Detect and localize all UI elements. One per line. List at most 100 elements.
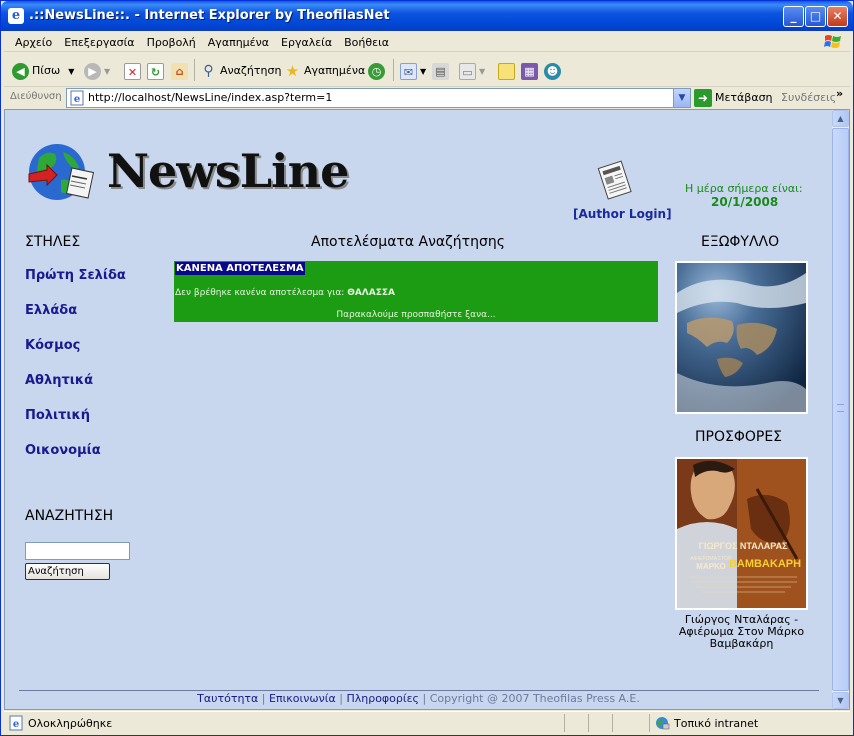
history-button[interactable]: ◷: [368, 61, 388, 81]
back-button[interactable]: ◀ Πίσω ▼: [12, 61, 74, 81]
svg-text:e: e: [74, 94, 80, 105]
search-button[interactable]: Αναζήτηση: [25, 563, 110, 580]
messenger-icon: ☻: [544, 62, 561, 80]
print-button[interactable]: ▤: [432, 61, 452, 81]
mail-icon: ✉: [400, 62, 417, 80]
nav-link-sports[interactable]: Αθλητικά: [25, 373, 93, 388]
menu-help[interactable]: Βοήθεια: [338, 32, 395, 53]
refresh-icon: ↻: [147, 62, 164, 80]
footer-link-identity[interactable]: Ταυτότητα: [197, 692, 258, 705]
columns-heading: ΣΤΗΛΕΣ: [25, 234, 81, 250]
status-bar: e Ολοκληρώθηκε Τοπικό intranet: [4, 711, 850, 733]
messenger-button[interactable]: ☻: [544, 61, 564, 81]
web-page: NewsLine [Author Login] Η μέρα σήμερα εί…: [5, 110, 832, 709]
forward-button[interactable]: ▶ ▼: [84, 61, 110, 81]
status-divider: [588, 714, 589, 732]
nav-link-politics[interactable]: Πολιτική: [25, 408, 90, 423]
footer-divider: [19, 690, 819, 691]
magnifier-icon: ⚲: [203, 62, 214, 79]
home-button[interactable]: ⌂: [171, 61, 191, 81]
toolbar-separator: [194, 59, 195, 81]
address-field[interactable]: e http://localhost/NewsLine/index.asp?te…: [66, 88, 691, 108]
favorites-button[interactable]: ★ Αγαπημένα: [284, 61, 365, 81]
scroll-down-arrow-icon[interactable]: ▼: [832, 692, 849, 709]
edit-button[interactable]: ▭ ▼: [459, 61, 485, 81]
search-term: ΘΑΛΑΣΣΑ: [347, 288, 395, 298]
note-icon: [498, 62, 515, 80]
toolbar-separator: [393, 59, 394, 81]
newspaper-icon[interactable]: [597, 158, 633, 204]
nav-link-world[interactable]: Κόσμος: [25, 338, 80, 353]
title-bar[interactable]: e .::NewsLine::. - Internet Explorer by …: [1, 1, 853, 31]
status-text: Ολοκληρώθηκε: [28, 717, 113, 730]
retry-message: Παρακαλούμε προσπαθήστε ξανα...: [336, 310, 496, 320]
menu-tools[interactable]: Εργαλεία: [275, 32, 338, 53]
album-title-line1: ΓΙΩΡΓΟΣ ΝΤΑΛΑΡΑΣ: [698, 541, 788, 551]
status-divider: [612, 714, 613, 732]
browser-window: e .::NewsLine::. - Internet Explorer by …: [0, 0, 854, 736]
footer-copyright: Copyright @ 2007 Theofilas Press A.E.: [429, 692, 640, 705]
scroll-thumb[interactable]: [832, 128, 849, 691]
maximize-button[interactable]: □: [805, 6, 826, 27]
history-icon: ◷: [368, 62, 385, 80]
stop-button[interactable]: ✕: [124, 61, 144, 81]
minimize-button[interactable]: _: [783, 6, 804, 27]
not-found-prefix: Δεν βρέθηκε κανένα αποτέλεσμα για:: [175, 288, 345, 298]
address-bar: Διεύθυνση e http://localhost/NewsLine/in…: [4, 87, 850, 109]
cover-image[interactable]: [675, 261, 808, 414]
home-icon: ⌂: [171, 62, 188, 80]
zone-text: Τοπικό intranet: [674, 717, 759, 730]
forward-arrow-icon: ▶: [84, 62, 101, 80]
footer-link-info[interactable]: Πληροφορίες: [346, 692, 419, 705]
research-button[interactable]: ▦: [521, 61, 541, 81]
cover-heading: ΕΞΩΦΥΛΛΟ: [701, 234, 780, 250]
menu-view[interactable]: Προβολή: [141, 32, 202, 53]
scroll-up-arrow-icon[interactable]: ▲: [832, 110, 849, 127]
go-arrow-icon: ➜: [694, 89, 712, 107]
result-panel: ΚΑΝΕΝΑ ΑΠΟΤΕΛΕΣΜΑ Δεν βρέθηκε κανένα απο…: [174, 261, 658, 322]
offers-heading: ΠΡΟΣΦΟΡΕΣ: [695, 429, 783, 445]
results-heading: Αποτελέσματα Αναζήτησης: [311, 234, 505, 250]
menu-file[interactable]: Αρχείο: [9, 32, 58, 53]
footer-separator: |: [422, 692, 427, 705]
links-label[interactable]: Συνδέσεις: [781, 91, 836, 104]
research-icon: ▦: [521, 62, 538, 80]
intranet-zone-icon: [656, 717, 670, 730]
page-icon: e: [70, 90, 84, 106]
chevron-right-icon[interactable]: »: [836, 87, 843, 100]
menu-bar: Αρχείο Επεξεργασία Προβολή Αγαπημένα Εργαλεί…: [4, 31, 850, 52]
album-title-line4: ΒΑΜΒΑΚΑΡΗ: [729, 558, 801, 570]
author-login-link[interactable]: [Author Login]: [573, 207, 672, 221]
close-button[interactable]: ✕: [827, 6, 848, 27]
footer-link-contact[interactable]: Επικοινωνία: [269, 692, 336, 705]
album-title-line3: ΜΑΡΚΟ: [696, 562, 725, 571]
search-toolbar-button[interactable]: ⚲ Αναζήτηση: [200, 61, 281, 81]
address-label: Διεύθυνση: [10, 91, 62, 102]
mail-button[interactable]: ✉ ▼: [400, 61, 426, 81]
search-heading: ΑΝΑΖΗΤΗΣΗ: [25, 508, 114, 524]
go-button[interactable]: ➜ Μετάβαση: [694, 88, 773, 108]
address-url: http://localhost/NewsLine/index.asp?term…: [88, 91, 333, 104]
refresh-button[interactable]: ↻: [147, 61, 167, 81]
svg-text:e: e: [13, 719, 19, 730]
site-logo-text[interactable]: NewsLine: [107, 144, 349, 198]
footer-separator: |: [339, 692, 343, 705]
footer: Ταυτότητα | Επικοινωνία | Πληροφορίες | …: [5, 692, 832, 705]
status-divider: [649, 714, 650, 732]
album-cover-image[interactable]: ΓΙΩΡΓΟΣ ΝΤΑΛΑΡΑΣ ΑΦΙΕΡΩΜΑ ΣΤΟΝ ΜΑΡΚΟ ΒΑΜ…: [675, 457, 808, 610]
page-done-icon: e: [9, 715, 23, 731]
stop-icon: ✕: [124, 62, 141, 80]
discuss-button[interactable]: [498, 61, 518, 81]
vertical-scrollbar[interactable]: ▲ ▼: [832, 110, 849, 709]
search-input[interactable]: [25, 542, 130, 560]
nav-link-greece[interactable]: Ελλάδα: [25, 303, 77, 318]
nav-link-economy[interactable]: Οικονομία: [25, 443, 101, 458]
menu-edit[interactable]: Επεξεργασία: [58, 32, 140, 53]
nav-link-front-page[interactable]: Πρώτη Σελίδα: [25, 268, 126, 283]
no-result-badge: ΚΑΝΕΝΑ ΑΠΟΤΕΛΕΣΜΑ: [175, 262, 305, 275]
menu-favorites[interactable]: Αγαπημένα: [202, 32, 275, 53]
date-label: Η μέρα σήμερα είναι:: [685, 182, 803, 195]
address-dropdown-icon[interactable]: ▼: [673, 89, 690, 107]
content-frame: NewsLine [Author Login] Η μέρα σήμερα εί…: [4, 109, 850, 710]
album-caption[interactable]: Γιώργος Νταλάρας - Αφιέρωμα Στον Μάρκο Β…: [669, 614, 814, 650]
